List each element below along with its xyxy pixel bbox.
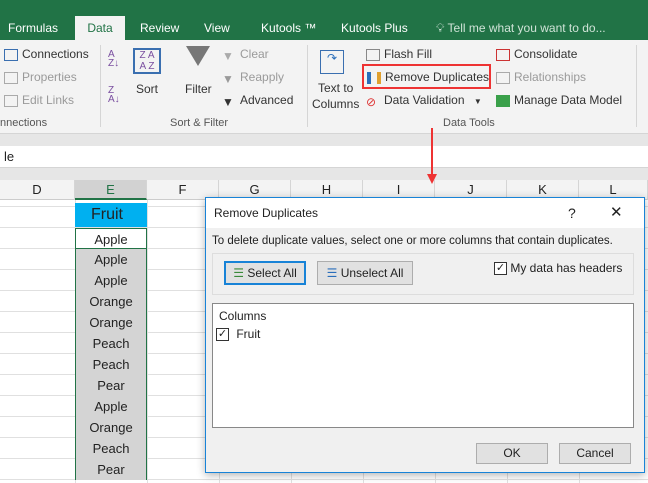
fruit-cell[interactable]: Orange (75, 291, 147, 312)
remove-duplicates-icon (367, 71, 381, 84)
divider (307, 45, 308, 127)
data-validation-icon: ⊘ (366, 94, 377, 109)
fruit-cell[interactable]: Pear (75, 375, 147, 396)
fruit-cell[interactable]: Pear (75, 459, 147, 480)
manage-data-model-button[interactable]: Manage Data Model (496, 93, 622, 107)
group-label-connections: nnections (0, 117, 48, 129)
flash-fill-icon (366, 48, 380, 61)
unselect-all-icon: ☰ (326, 266, 338, 280)
relationships-button[interactable]: Relationships (496, 70, 586, 84)
consolidate-icon (496, 48, 510, 61)
clear-filter-icon: ▼ (222, 48, 234, 63)
ribbon-gap (0, 134, 648, 146)
fruit-cell[interactable]: Apple (75, 228, 147, 249)
fruit-cell[interactable]: Apple (75, 270, 147, 291)
checkbox-checked-icon: ✓ (216, 328, 229, 342)
group-label-sort-filter: Sort & Filter (170, 117, 229, 129)
connections-button[interactable]: Connections (4, 47, 89, 61)
tab-view[interactable]: View (196, 16, 238, 40)
fruit-cell[interactable]: Apple (75, 396, 147, 417)
flash-fill-button[interactable]: Flash Fill (366, 47, 432, 61)
sort-z-a-icon[interactable]: Z A↓ (108, 86, 120, 105)
properties-button[interactable]: Properties (4, 70, 77, 84)
close-button[interactable]: ✕ (610, 198, 623, 228)
consolidate-button[interactable]: Consolidate (496, 47, 577, 61)
properties-icon (4, 71, 18, 84)
columns-label: Columns (219, 309, 267, 323)
fruit-cell[interactable]: Peach (75, 354, 147, 375)
text-to-columns-icon: ↷ (320, 50, 344, 74)
fruit-cell[interactable]: Peach (75, 333, 147, 354)
select-all-button[interactable]: ☰ Select All (224, 261, 306, 285)
tab-review[interactable]: Review (132, 16, 187, 40)
column-header-d[interactable]: D (0, 180, 75, 200)
help-button[interactable]: ? (568, 198, 576, 228)
divider (100, 45, 101, 127)
callout-arrow (431, 128, 433, 176)
reapply-icon: ▼ (222, 71, 234, 86)
select-all-icon: ☰ (233, 266, 245, 280)
ok-button[interactable]: OK (476, 443, 548, 464)
data-validation-button[interactable]: ⊘ Data Validation ▼ (366, 93, 482, 109)
arrow-head-icon (427, 174, 437, 184)
fruit-header-cell[interactable]: Fruit (75, 203, 147, 227)
divider (636, 45, 637, 127)
lightbulb-icon: 💡︎ (436, 21, 445, 35)
clear-button[interactable]: ▼ Clear (222, 47, 269, 63)
cancel-button[interactable]: Cancel (559, 443, 631, 464)
advanced-filter-icon: ▼ (222, 94, 234, 109)
fruit-cell[interactable]: Orange (75, 312, 147, 333)
text-to-columns-button[interactable]: Text to Columns (312, 80, 359, 112)
tell-me-search[interactable]: 💡︎ Tell me what you want to do... (428, 16, 614, 40)
group-label-data-tools: Data Tools (443, 117, 495, 129)
tab-kutools[interactable]: Kutools ™ (253, 16, 324, 40)
sort-a-z-icon[interactable]: A Z↓ (108, 50, 119, 69)
headers-checkbox[interactable]: ✓ My data has headers (494, 261, 622, 276)
dialog-title-bar: Remove Duplicates ? ✕ (206, 198, 644, 228)
fruit-cell[interactable]: Peach (75, 438, 147, 459)
relationships-icon (496, 71, 510, 84)
column-item-fruit[interactable]: ✓ Fruit (216, 327, 260, 342)
tab-kutools-plus[interactable]: Kutools Plus (333, 16, 416, 40)
formula-gap (0, 168, 648, 180)
remove-duplicates-dialog: Remove Duplicates ? ✕ To delete duplicat… (205, 197, 645, 473)
instruction-text: To delete duplicate values, select one o… (212, 235, 613, 247)
remove-duplicates-button[interactable]: Remove Duplicates (362, 64, 491, 89)
formula-bar[interactable]: le (0, 146, 648, 168)
sort-icon: Z AA Z (133, 48, 161, 74)
tab-data[interactable]: Data (75, 16, 125, 40)
sort-button[interactable]: Sort (136, 82, 158, 96)
columns-list[interactable]: Columns ✓ Fruit (212, 303, 634, 428)
unselect-all-button[interactable]: ☰ Unselect All (317, 261, 413, 285)
grid-line (147, 200, 148, 483)
data-model-icon (496, 94, 510, 107)
column-header-e[interactable]: E (75, 180, 147, 200)
filter-icon (186, 46, 210, 66)
fruit-cell[interactable]: Apple (75, 249, 147, 270)
edit-links-button[interactable]: Edit Links (4, 93, 74, 107)
filter-button[interactable]: Filter (185, 82, 212, 96)
connections-icon (4, 48, 18, 61)
title-bar: Formulas Data Review View Kutools ™ Kuto… (0, 0, 648, 40)
dropdown-arrow-icon: ▼ (473, 97, 482, 106)
checkbox-checked-icon: ✓ (494, 262, 507, 276)
tab-formulas[interactable]: Formulas (0, 16, 66, 40)
edit-links-icon (4, 94, 18, 107)
dialog-title: Remove Duplicates (214, 206, 319, 220)
fruit-cell[interactable]: Orange (75, 417, 147, 438)
reapply-button[interactable]: ▼ Reapply (222, 70, 284, 86)
advanced-button[interactable]: ▼ Advanced (222, 93, 293, 109)
